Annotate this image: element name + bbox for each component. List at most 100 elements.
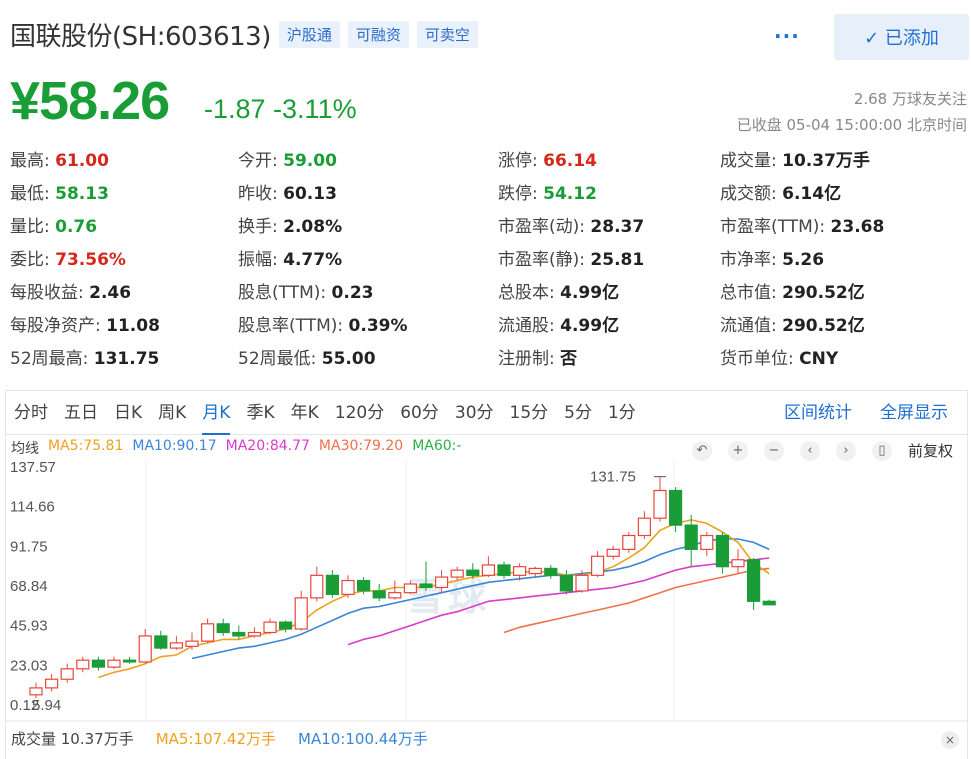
- stat-value: 131.75: [93, 349, 160, 369]
- pan-right-icon[interactable]: ›: [836, 440, 856, 461]
- range-stats-link[interactable]: 区间统计: [784, 391, 852, 435]
- stat-value: 11.08: [106, 316, 160, 336]
- candle-body: [388, 592, 402, 599]
- stat-label: 市盈率(静):: [498, 250, 585, 270]
- stat-label: 总市值:: [720, 283, 777, 303]
- stat-cell: 换手: 2.08%: [238, 212, 342, 237]
- tab-period[interactable]: 5分: [556, 391, 600, 435]
- stat-label: 最高:: [10, 151, 50, 171]
- kline-chart[interactable]: 137.57114.6691.7568.8445.9323.030.125.94…: [6, 459, 967, 749]
- candle-body: [91, 659, 106, 668]
- stat-label: 股息(TTM):: [238, 283, 327, 303]
- candle-body: [341, 579, 355, 595]
- stat-value: 61.00: [55, 151, 109, 171]
- ma20-line: [347, 557, 770, 646]
- badge-short[interactable]: 可卖空: [416, 21, 478, 48]
- current-price: ¥58.26: [10, 71, 170, 131]
- stat-value: 0.76: [55, 217, 98, 237]
- y-tick-label: 45.93: [10, 618, 48, 635]
- candle-body: [60, 668, 74, 680]
- tab-period[interactable]: 日K: [106, 391, 150, 435]
- stat-value: 59.00: [283, 151, 337, 171]
- market-status: 已收盘 05-04 15:00:00 北京时间: [736, 116, 967, 134]
- tab-period[interactable]: 30分: [447, 391, 502, 435]
- tab-period[interactable]: 1分: [600, 391, 644, 435]
- stat-value: 0.39%: [348, 316, 408, 336]
- stat-value: 5.26: [782, 250, 825, 270]
- stat-label: 注册制:: [498, 349, 555, 369]
- badge-hsgt[interactable]: 沪股通: [278, 21, 340, 48]
- stat-label: 市净率:: [720, 250, 777, 270]
- stat-label: 量比:: [10, 217, 50, 237]
- stat-label: 每股净资产:: [10, 316, 101, 336]
- candle-body: [76, 659, 90, 670]
- pan-left-icon[interactable]: ‹: [800, 440, 820, 461]
- stat-value: 4.99亿: [560, 316, 620, 336]
- stat-cell: 每股净资产: 11.08: [10, 311, 160, 336]
- stat-value: 否: [560, 349, 578, 369]
- ma-legend-item: MA20:84.77: [225, 438, 310, 454]
- stat-label: 市盈率(TTM):: [720, 217, 826, 237]
- undo-icon[interactable]: ↶: [692, 440, 712, 461]
- candle-body: [419, 583, 433, 589]
- stat-cell: 市盈率(动): 28.37: [498, 212, 644, 237]
- tab-period[interactable]: 年K: [283, 391, 327, 435]
- stat-cell: 货币单位: CNY: [720, 344, 838, 369]
- stat-cell: 成交额: 6.14亿: [720, 179, 841, 204]
- stat-label: 今开:: [238, 151, 278, 171]
- fullscreen-link[interactable]: 全屏显示: [880, 391, 948, 435]
- tab-period[interactable]: 15分: [502, 391, 557, 435]
- stat-cell: 流通股: 4.99亿: [498, 311, 619, 336]
- tab-period[interactable]: 周K: [150, 391, 194, 435]
- stat-label: 委比:: [10, 250, 50, 270]
- stat-label: 成交额:: [720, 184, 777, 204]
- stat-cell: 委比: 73.56%: [10, 245, 126, 270]
- stat-value: 66.14: [543, 151, 597, 171]
- candle-body: [107, 659, 121, 668]
- stat-value: 28.37: [590, 217, 645, 237]
- stat-cell: 跌停: 54.12: [498, 179, 597, 204]
- stat-label: 换手:: [238, 217, 278, 237]
- zoom-out-icon[interactable]: −: [764, 440, 784, 461]
- volume-label: 成交量 10.37万手: [11, 730, 134, 748]
- tab-period[interactable]: 60分: [392, 391, 447, 435]
- close-volume-icon[interactable]: ×: [941, 731, 959, 749]
- candle-body: [450, 569, 464, 578]
- tab-period[interactable]: 五日: [56, 391, 106, 435]
- stat-value: 55.00: [321, 349, 376, 369]
- zoom-in-icon[interactable]: +: [728, 440, 748, 461]
- stat-cell: 股息率(TTM): 0.39%: [238, 311, 408, 336]
- stat-label: 货币单位:: [720, 349, 794, 369]
- stat-value: 6.14亿: [782, 184, 842, 204]
- stat-value: 290.52亿: [782, 283, 865, 303]
- stat-label: 52周最高:: [10, 349, 89, 369]
- candle-type-icon[interactable]: ▯: [872, 440, 892, 461]
- stat-value: 0.23: [331, 283, 374, 303]
- candle-body: [325, 574, 339, 595]
- stat-label: 股息率(TTM):: [238, 316, 344, 336]
- added-button[interactable]: ✓ 已添加: [834, 14, 969, 60]
- badge-margin[interactable]: 可融资: [347, 21, 409, 48]
- more-icon[interactable]: ···: [774, 24, 800, 48]
- tab-period[interactable]: 120分: [327, 391, 392, 435]
- ma-legend-item: MA60:-: [412, 438, 462, 454]
- candle-body: [29, 687, 43, 696]
- tab-period[interactable]: 月K: [194, 391, 238, 435]
- stat-value: 2.46: [89, 283, 132, 303]
- stat-label: 52周最低:: [238, 349, 317, 369]
- stock-header: 国联股份(SH:603613) 沪股通 可融资 可卖空: [10, 16, 478, 53]
- stat-cell: 涨停: 66.14: [498, 146, 597, 171]
- tab-period[interactable]: 季K: [238, 391, 282, 435]
- stat-label: 每股收益:: [10, 283, 84, 303]
- tab-period[interactable]: 分时: [6, 391, 56, 435]
- candle-body: [138, 635, 152, 663]
- follower-count: 2.68 万球友关注: [853, 90, 967, 108]
- ma-legend-item: MA5:75.81: [48, 438, 124, 454]
- stat-value: 60.13: [283, 184, 337, 204]
- stat-cell: 每股收益: 2.46: [10, 278, 131, 303]
- adjust-mode[interactable]: 前复权: [908, 440, 953, 461]
- stat-value: 2.08%: [283, 217, 343, 237]
- stat-cell: 最高: 61.00: [10, 146, 109, 171]
- candle-body: [169, 642, 183, 649]
- stat-value: 58.13: [55, 184, 109, 204]
